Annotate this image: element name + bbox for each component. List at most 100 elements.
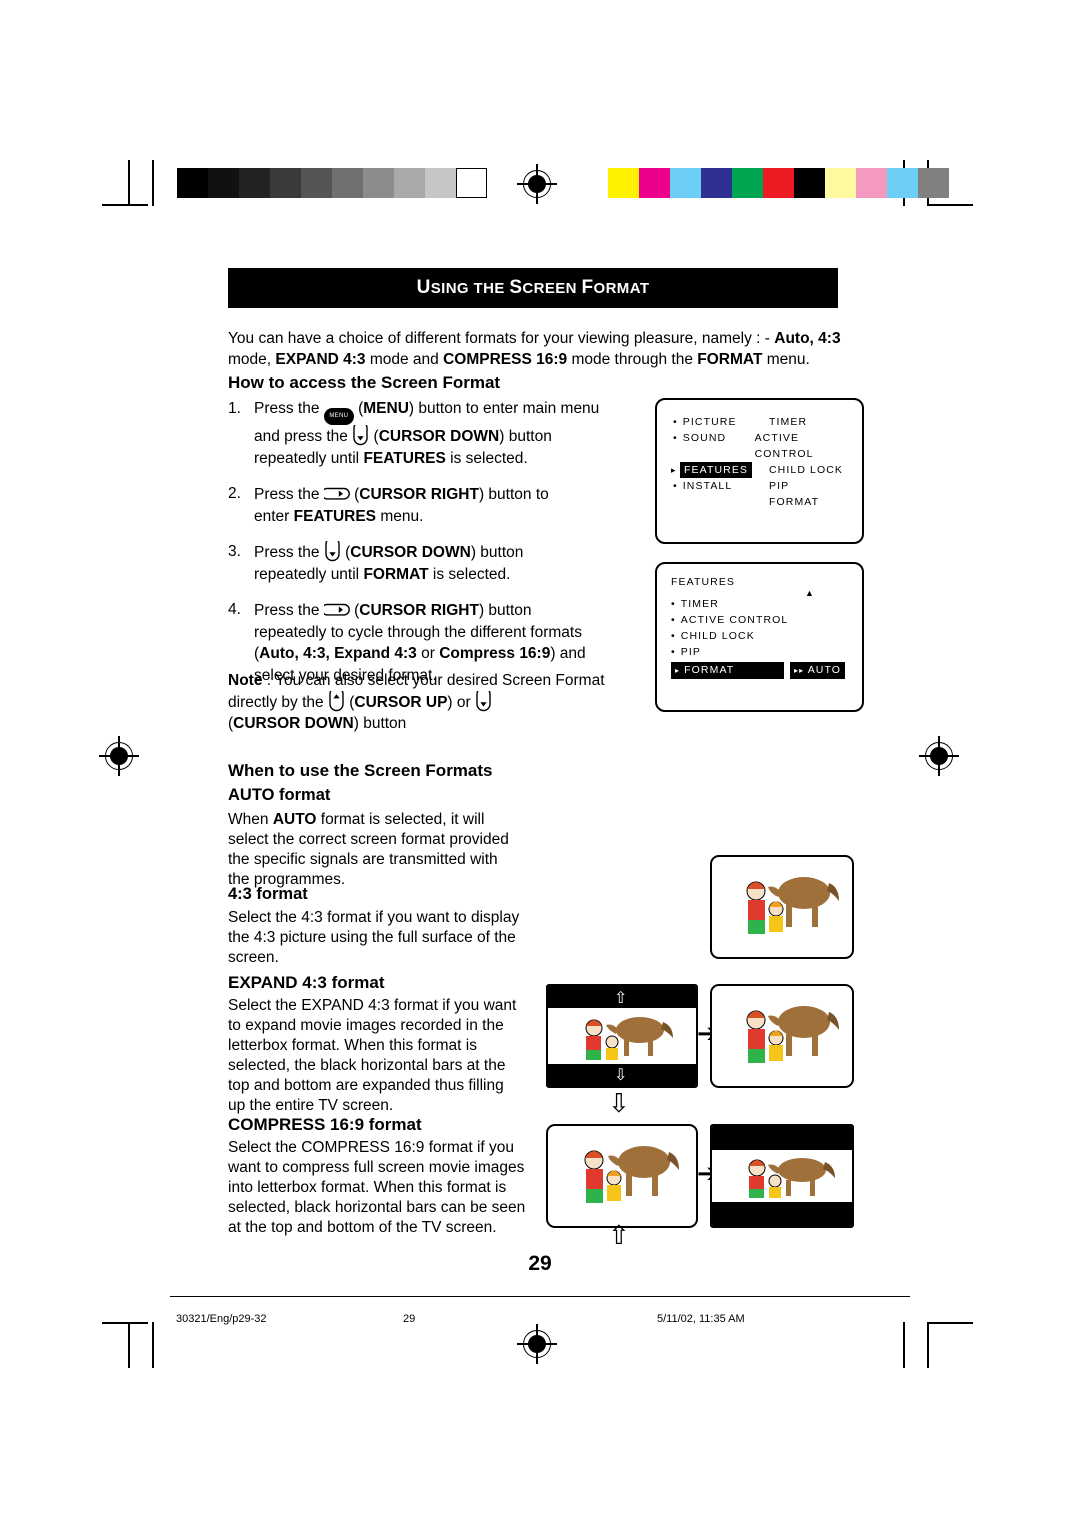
osd-features-item-child-lock[interactable]: CHILD LOCK xyxy=(671,628,848,644)
43-l3: screen. xyxy=(228,949,279,966)
auto-l3: the specific signals are transmitted wit… xyxy=(228,851,498,868)
crop-mark-tl-h xyxy=(102,204,148,206)
osd-features-item-timer[interactable]: TIMER xyxy=(671,596,848,612)
step-1: 1. Press the MENU (MENU) button to enter… xyxy=(228,398,608,469)
osd-item-install[interactable]: INSTALL xyxy=(673,478,769,494)
arrow-down-icon: ⇩ xyxy=(614,1067,628,1084)
color-calibration-bar xyxy=(608,168,949,198)
osd-item-picture[interactable]: PICTURE xyxy=(673,414,769,430)
step-2-text-a: Press the xyxy=(254,486,324,503)
osd-item-timer[interactable]: TIMER xyxy=(769,414,807,430)
step-1-text-c: ) button to enter main menu xyxy=(408,400,600,417)
section-heading-access: How to access the Screen Format xyxy=(228,373,501,392)
compress-l4: selected, black horizontal bars can be s… xyxy=(228,1199,526,1216)
43-format-paragraph: Select the 4:3 format if you want to dis… xyxy=(228,908,528,968)
step-1-text-g: repeatedly until xyxy=(254,449,364,467)
crop-mark-bl-v xyxy=(128,1322,130,1368)
cursor-down-icon xyxy=(352,425,369,446)
step-4-text-a: Press the xyxy=(254,602,324,619)
step-4-text-d: repeatedly to cycle through the differen… xyxy=(254,623,582,641)
registration-target-left xyxy=(99,736,139,776)
step-4-text-f: or xyxy=(416,645,440,662)
auto-l1-b: AUTO xyxy=(272,811,317,828)
step-4-text-b: ( xyxy=(349,602,360,619)
compress-arrow-up-icon: ⇧ xyxy=(608,1220,630,1250)
note-text-b: directly by the xyxy=(228,694,328,711)
step-1-text-a: Press the xyxy=(254,400,324,417)
heading-43-format: 4:3 format xyxy=(228,885,308,903)
compress-l5: at the top and bottom of the TV screen. xyxy=(228,1219,497,1236)
step-1-bold-cursordown: CURSOR DOWN xyxy=(378,428,500,445)
osd-row: FORMAT xyxy=(673,494,846,510)
footer-right: 5/11/02, 11:35 AM xyxy=(657,1313,745,1325)
osd-item-active-control[interactable]: ACTIVE CONTROL xyxy=(755,430,846,462)
registration-target-top xyxy=(517,164,557,204)
osd-main-menu: PICTURETIMER SOUNDACTIVE CONTROL ▸FEATUR… xyxy=(655,398,864,544)
expand-l6: up the entire TV screen. xyxy=(228,1097,394,1114)
osd-item-features-selected[interactable]: FEATURES xyxy=(680,462,753,478)
43-l1: Select the 4:3 format if you want to dis… xyxy=(228,909,520,926)
illustration-expand-before: ⇧ ⇩ xyxy=(546,984,698,1088)
intro-line1-a: You can have a choice of different forma… xyxy=(228,330,775,347)
expand-l4: selected, the black horizontal bars at t… xyxy=(228,1057,506,1074)
osd-features-format-value[interactable]: AUTO xyxy=(808,664,841,676)
osd-features-item-active-control[interactable]: ACTIVE CONTROL xyxy=(671,612,848,628)
step-3-bold-format: FORMAT xyxy=(363,565,429,583)
osd-item-format[interactable]: FORMAT xyxy=(769,494,819,510)
cursor-down-icon xyxy=(475,691,492,712)
compress-arrow-down-icon: ⇩ xyxy=(608,1088,630,1118)
step-2-text-c: ) button to xyxy=(478,486,549,503)
crop-mark-bl-h xyxy=(102,1322,148,1324)
osd-features-menu-content: FEATURES TIMER ACTIVE CONTROL CHILD LOCK… xyxy=(657,564,862,710)
note-bold-cursordown: CURSOR DOWN xyxy=(233,715,354,732)
crop-mark-br-v xyxy=(927,1322,929,1368)
step-1-bold-features: FEATURES xyxy=(363,449,446,467)
registration-target-right xyxy=(919,736,959,776)
step-list: 1. Press the MENU (MENU) button to enter… xyxy=(228,398,608,700)
step-4-text-g: ) and xyxy=(550,645,586,662)
intro-line2-c: mode and xyxy=(365,351,444,368)
arrow-up-icon: ⇧ xyxy=(614,990,628,1007)
heading-auto-format: AUTO format xyxy=(228,786,331,804)
expand-l5: top and bottom are expanded thus filling xyxy=(228,1077,504,1094)
step-3-text-c: ) button xyxy=(470,544,524,561)
osd-features-item-format[interactable]: FORMAT xyxy=(684,664,734,676)
footer-left: 30321/Eng/p29-32 xyxy=(176,1313,267,1325)
osd-item-pip[interactable]: PIP xyxy=(769,478,789,494)
step-1-text-h: is selected. xyxy=(445,449,528,467)
auto-l1-a: When xyxy=(228,811,273,828)
cartoon-horse-and-figures xyxy=(748,1158,835,1198)
intro-line2-d: COMPRESS 16:9 xyxy=(443,351,568,368)
step-3-bold-cursordown: CURSOR DOWN xyxy=(350,544,471,561)
illustration-43-screen xyxy=(710,855,854,959)
cartoon-horse-and-figures xyxy=(746,877,839,934)
intro-paragraph: You can have a choice of different forma… xyxy=(228,328,848,370)
compress-l2: want to compress full screen movie image… xyxy=(228,1159,525,1176)
step-1-text-e: ( xyxy=(369,428,379,445)
step-2-text-d: enter xyxy=(254,507,294,525)
expand-l2: to expand movie images recorded in the xyxy=(228,1017,504,1034)
intro-line2-e: mode through the xyxy=(567,351,698,368)
43-l2: the 4:3 picture using the full surface o… xyxy=(228,929,516,946)
heading-expand-format: EXPAND 4:3 format xyxy=(228,973,385,992)
note-block: Note : You can also select your desired … xyxy=(228,670,628,734)
footer-center: 29 xyxy=(403,1313,416,1325)
step-2-text-b: ( xyxy=(349,486,360,503)
step-4-bold-compress: Compress 16:9 xyxy=(439,645,551,662)
step-1-number: 1. xyxy=(228,400,241,417)
cartoon-horse-and-figures xyxy=(584,1146,679,1203)
expand-l3: letterbox format. When this format is xyxy=(228,1037,477,1054)
registration-target-bottom xyxy=(517,1324,557,1364)
osd-item-sound[interactable]: SOUND xyxy=(673,430,755,462)
auto-format-paragraph: When AUTO format is selected, it will se… xyxy=(228,810,528,890)
step-2-number: 2. xyxy=(228,485,241,502)
osd-features-menu: FEATURES TIMER ACTIVE CONTROL CHILD LOCK… xyxy=(655,562,864,712)
page-title-banner: USING THE SCREEN FORMAT xyxy=(228,268,838,308)
note-text-d: ) or xyxy=(447,694,475,711)
osd-features-item-pip[interactable]: PIP xyxy=(671,644,848,660)
crop-mark-bl2-v xyxy=(152,1322,154,1368)
cartoon-horse-and-figures xyxy=(746,1006,839,1063)
page-number: 29 xyxy=(528,1252,552,1275)
step-2: 2. Press the (CURSOR RIGHT) button to en… xyxy=(228,483,608,527)
osd-item-child-lock[interactable]: CHILD LOCK xyxy=(769,462,843,478)
